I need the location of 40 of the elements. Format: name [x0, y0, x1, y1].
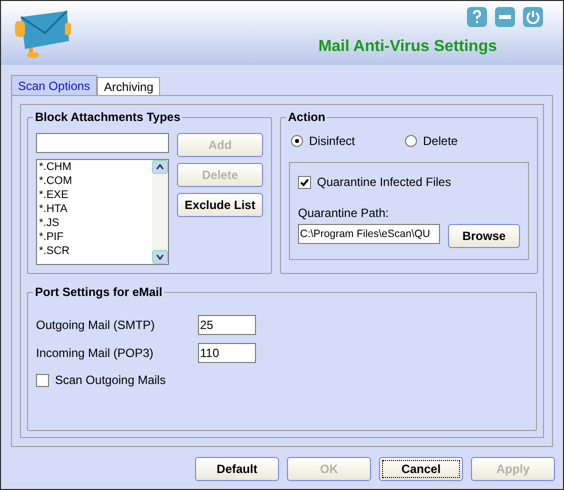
field-label: Outgoing Mail (SMTP) — [36, 317, 156, 334]
action-button[interactable]: Exclude List — [177, 193, 263, 217]
tab[interactable]: Archiving — [97, 77, 160, 95]
scroll-up-icon[interactable] — [152, 160, 168, 174]
action-button[interactable]: Default — [195, 457, 279, 481]
checkbox-label: Quarantine Infected Files — [317, 174, 452, 191]
port-input[interactable]: 110 — [198, 343, 256, 363]
port-input[interactable]: 25 — [198, 315, 256, 335]
checkmark-icon — [300, 178, 309, 186]
extension-list[interactable]: *.CHM *.COM *.EXE *.HTA *.JS *.PIF *.SCR — [36, 159, 169, 265]
extension-input[interactable] — [36, 133, 169, 153]
group-title: Block Attachments Types — [33, 109, 182, 125]
radio-label: Disinfect — [309, 133, 356, 150]
field-label: Incoming Mail (POP3) — [36, 345, 154, 362]
action-button[interactable]: Cancel — [379, 457, 463, 481]
checkbox[interactable] — [36, 374, 49, 386]
list-item[interactable]: *.JS — [39, 216, 150, 230]
power-button[interactable] — [523, 7, 543, 27]
path-input[interactable]: C:\Program Files\eScan\QU — [298, 224, 440, 244]
help-button[interactable] — [467, 7, 487, 27]
radio-button[interactable] — [405, 135, 418, 147]
help-icon — [472, 10, 482, 24]
list-item[interactable]: *.EXE — [39, 188, 150, 202]
minimize-button[interactable] — [495, 7, 515, 27]
radio-label: Delete — [423, 133, 458, 150]
action-button[interactable]: Browse — [448, 224, 520, 248]
list-item[interactable]: *.COM — [39, 174, 150, 188]
list-item[interactable]: *.PIF — [39, 230, 150, 244]
list-item[interactable]: *.SCR — [39, 244, 150, 258]
scroll-down-icon[interactable] — [152, 250, 168, 264]
group-title: Port Settings for eMail — [33, 284, 164, 300]
power-icon — [526, 10, 540, 24]
tab[interactable]: Scan Options — [11, 75, 98, 95]
path-label: Quarantine Path: — [298, 205, 390, 222]
checkbox[interactable] — [298, 176, 311, 188]
list-item[interactable]: *.CHM — [39, 160, 150, 174]
list-item[interactable]: *.HTA — [39, 202, 150, 216]
checkbox-label: Scan Outgoing Mails — [55, 372, 166, 389]
window-title: Mail Anti-Virus Settings — [318, 37, 497, 57]
radio-button[interactable] — [291, 135, 303, 147]
